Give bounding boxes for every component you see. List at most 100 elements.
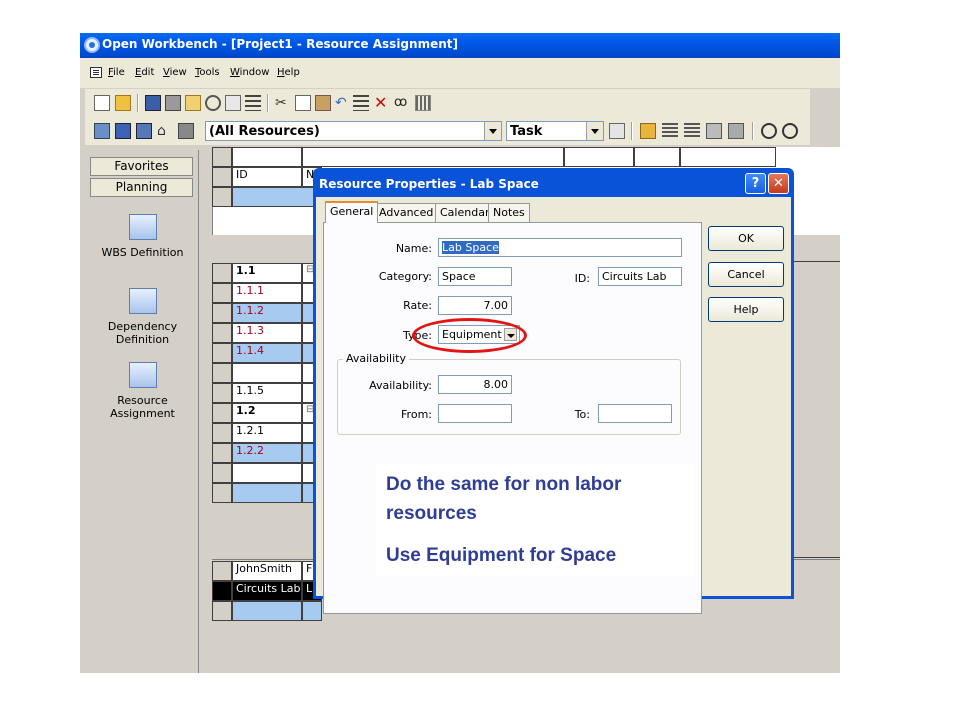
resource-id-cell[interactable]: Circuits Lab — [232, 581, 302, 601]
row-header[interactable] — [212, 323, 232, 343]
availability-field[interactable]: 8.00 — [438, 375, 512, 394]
task-id-cell[interactable]: 1.2 — [232, 403, 302, 423]
find-icon[interactable] — [205, 95, 221, 111]
copy-icon[interactable] — [295, 95, 311, 111]
task-id-cell[interactable] — [232, 483, 302, 503]
to-field[interactable] — [598, 404, 672, 423]
grid-cell[interactable] — [232, 187, 322, 207]
row-header[interactable] — [212, 443, 232, 463]
cut-icon[interactable]: ✂ — [275, 95, 291, 111]
paste-icon[interactable] — [315, 95, 331, 111]
menu-edit[interactable]: Edit — [135, 67, 154, 78]
column-header[interactable] — [232, 147, 302, 167]
outline-icon[interactable] — [245, 95, 261, 111]
task-id-cell[interactable]: 1.1.3 — [232, 323, 302, 343]
row-header[interactable] — [212, 483, 232, 503]
column-header[interactable] — [680, 147, 776, 167]
assign-icon[interactable] — [728, 123, 744, 139]
row-header[interactable] — [212, 403, 232, 423]
properties-icon[interactable] — [706, 123, 722, 139]
row-header[interactable] — [212, 167, 232, 187]
menu-file[interactable]: File — [108, 67, 125, 78]
delete-icon[interactable]: ✕ — [374, 95, 390, 111]
cancel-button[interactable]: Cancel — [708, 262, 784, 287]
column-header[interactable] — [302, 147, 564, 167]
dialog-close-button[interactable]: ✕ — [768, 173, 789, 194]
view-select[interactable]: Task — [506, 121, 604, 141]
tab-calendar[interactable]: Calendar — [435, 203, 495, 222]
row-header[interactable] — [212, 561, 232, 581]
chevron-down-icon[interactable] — [586, 122, 603, 140]
row-header[interactable] — [212, 187, 232, 207]
network-icon[interactable] — [94, 123, 110, 139]
help-button[interactable]: Help — [708, 297, 784, 322]
zoom-in-icon[interactable] — [761, 123, 777, 139]
indent-icon[interactable] — [353, 95, 369, 111]
rows-icon[interactable] — [684, 123, 700, 139]
zoom-out-icon[interactable] — [782, 123, 798, 139]
from-field[interactable] — [438, 404, 512, 423]
menu-view[interactable]: View — [163, 67, 187, 78]
task-id-cell[interactable] — [232, 363, 302, 383]
print-icon[interactable] — [165, 95, 181, 111]
tab-favorites[interactable]: Favorites — [90, 157, 193, 176]
category-field[interactable]: Space — [438, 267, 512, 286]
rate-field[interactable]: 7.00 — [438, 296, 512, 315]
column-header[interactable] — [634, 147, 680, 167]
resource-filter-select[interactable]: (All Resources) — [205, 121, 502, 141]
home-icon[interactable]: ⌂ — [157, 123, 173, 139]
task-id-cell[interactable]: 1.1.2 — [232, 303, 302, 323]
row-header[interactable] — [212, 423, 232, 443]
task-id-cell[interactable]: 1.1.1 — [232, 283, 302, 303]
filter-icon[interactable] — [178, 123, 194, 139]
row-header[interactable] — [212, 343, 232, 363]
resource-assignment-tool[interactable]: Resource Assignment — [85, 362, 200, 420]
resource-name-cell[interactable] — [302, 601, 322, 621]
wbs-definition-tool[interactable]: WBS Definition — [85, 214, 200, 259]
tab-advanced[interactable]: Advanced — [374, 203, 439, 222]
column-header-id[interactable]: ID — [232, 167, 302, 187]
menu-tools[interactable]: Tools — [195, 67, 220, 78]
tab-general[interactable]: General — [325, 201, 379, 223]
edit-icon[interactable] — [640, 123, 656, 139]
task-id-cell[interactable]: 1.1.4 — [232, 343, 302, 363]
gantt-icon[interactable] — [115, 123, 131, 139]
dependency-definition-tool[interactable]: Dependency Definition — [85, 288, 200, 346]
menu-window[interactable]: Window — [230, 67, 269, 78]
new-icon[interactable] — [94, 95, 110, 111]
column-header[interactable] — [564, 147, 634, 167]
task-id-cell[interactable]: 1.2.1 — [232, 423, 302, 443]
task-id-cell[interactable] — [232, 463, 302, 483]
task-id-cell[interactable]: 1.1.5 — [232, 383, 302, 403]
dialog-help-button[interactable]: ? — [745, 173, 766, 194]
resource-id-cell[interactable] — [232, 601, 302, 621]
resource-id-cell[interactable]: JohnSmith — [232, 561, 302, 581]
open-folder-icon[interactable] — [115, 95, 131, 111]
save-icon[interactable] — [145, 95, 161, 111]
document-menu-icon[interactable] — [90, 67, 102, 78]
tab-notes[interactable]: Notes — [488, 203, 530, 222]
row-header[interactable] — [212, 383, 232, 403]
chart-icon[interactable] — [136, 123, 152, 139]
undo-icon[interactable]: ↶ — [335, 95, 351, 111]
row-header[interactable] — [212, 601, 232, 621]
title-bar[interactable]: Open Workbench - [Project1 - Resource As… — [80, 33, 840, 58]
row-header[interactable] — [212, 363, 232, 383]
row-header[interactable] — [212, 283, 232, 303]
row-header[interactable] — [212, 463, 232, 483]
row-header[interactable] — [212, 263, 232, 283]
ok-button[interactable]: OK — [708, 226, 784, 251]
apply-icon[interactable] — [609, 123, 625, 139]
tab-planning[interactable]: Planning — [90, 178, 193, 197]
binoculars-icon[interactable]: ꝏ — [394, 95, 410, 111]
chevron-down-icon[interactable] — [484, 122, 501, 140]
row-header[interactable] — [212, 581, 232, 601]
menu-help[interactable]: Help — [277, 67, 300, 78]
folder-icon[interactable] — [185, 95, 201, 111]
task-id-cell[interactable]: 1.1 — [232, 263, 302, 283]
grid-icon[interactable] — [415, 95, 431, 111]
id-field[interactable]: Circuits Lab — [598, 267, 682, 286]
mail-icon[interactable] — [225, 95, 241, 111]
row-header[interactable] — [212, 303, 232, 323]
columns-icon[interactable] — [662, 123, 678, 139]
